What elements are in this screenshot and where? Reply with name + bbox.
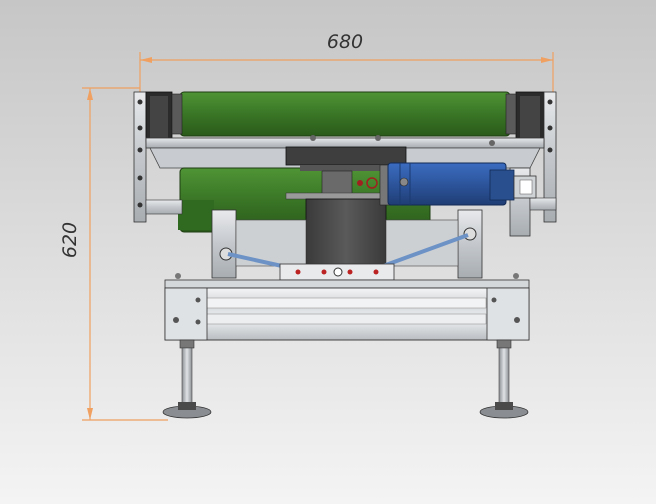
aluminum-profile-base — [164, 273, 530, 341]
height-dimension-label: 620 — [59, 222, 81, 258]
conveyor-belt-top — [179, 91, 511, 137]
drawing-canvas: 680 620 — [0, 0, 656, 504]
cad-drawing: 680 620 — [0, 0, 656, 504]
width-dimension-label: 680 — [327, 31, 363, 53]
clamp-block — [279, 263, 395, 281]
